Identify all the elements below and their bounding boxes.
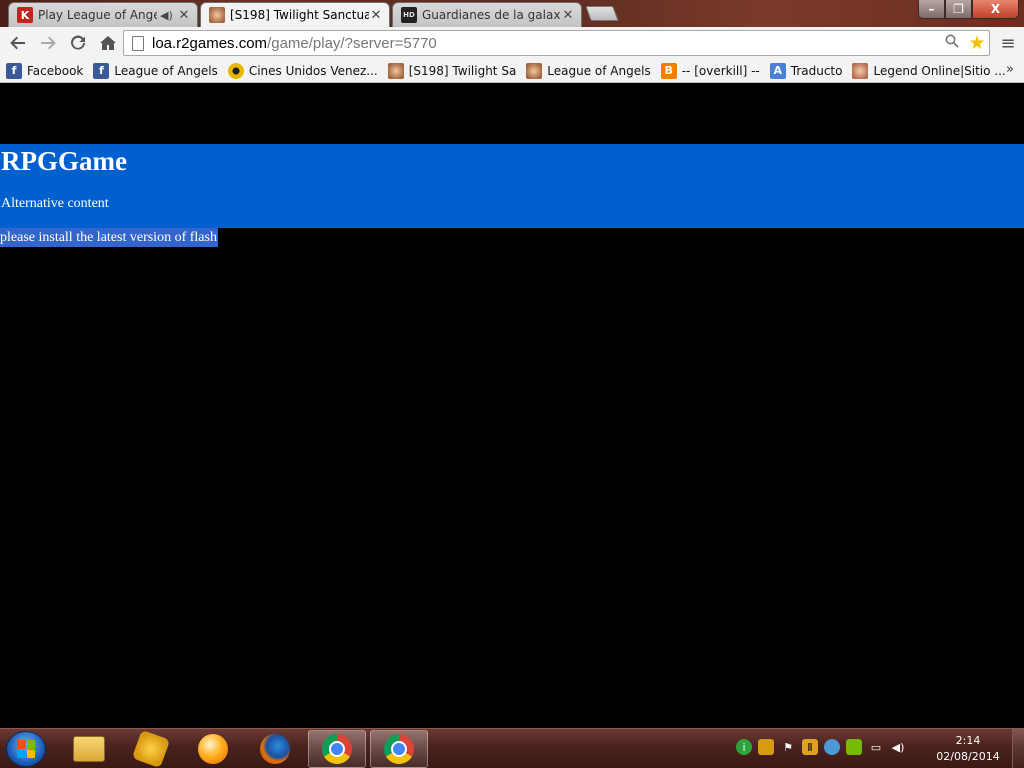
bookmark-label: Cines Unidos Venez...: [248, 63, 378, 78]
bookmarks-bar: f Facebook f League of Angels Cines Unid…: [0, 59, 1024, 83]
nvidia-icon[interactable]: [846, 739, 862, 755]
url-host: loa.r2games.com: [152, 34, 268, 52]
minimize-button[interactable]: –: [918, 0, 945, 19]
system-tray: i ⚑ Ⅱ ▭ ◀): [736, 739, 906, 755]
bookmark-twilight-sanctuary[interactable]: [S198] Twilight Sa: [387, 62, 517, 79]
network-icon[interactable]: ▭: [868, 739, 884, 755]
window-controls: – ❐ X: [918, 0, 1019, 19]
close-tab-icon[interactable]: ✕: [561, 8, 575, 23]
bookmark-label: [S198] Twilight Sa: [408, 63, 517, 78]
media-player-icon: [198, 734, 228, 764]
windows-logo-icon: [17, 740, 35, 758]
start-button[interactable]: [6, 731, 46, 767]
legend-online-icon: [852, 62, 869, 79]
bookmark-cines-unidos[interactable]: Cines Unidos Venez...: [227, 62, 378, 79]
volume-icon[interactable]: ◀): [890, 739, 906, 755]
bookmark-league-of-angels-fb[interactable]: f League of Angels: [93, 62, 218, 79]
gamepad-tray-icon[interactable]: [758, 739, 774, 755]
bookmark-label: League of Angels: [547, 63, 651, 78]
tab-play-league-of-angels[interactable]: K Play League of Angels, ◀) ✕: [8, 2, 198, 27]
bookmarks-overflow-chevron[interactable]: »: [1006, 62, 1014, 77]
tab-title: Guardianes de la galaxia 20: [422, 8, 561, 22]
taskbar-explorer[interactable]: [60, 730, 118, 768]
info-icon[interactable]: i: [736, 739, 752, 755]
close-tab-icon[interactable]: ✕: [177, 8, 191, 23]
angel-avatar-icon: [526, 62, 543, 79]
page-title: RPGGame: [1, 146, 127, 176]
chrome-icon: [384, 734, 414, 764]
bookmark-star-icon[interactable]: ★: [965, 32, 989, 54]
close-tab-icon[interactable]: ✕: [369, 8, 383, 23]
system-clock[interactable]: 2:14 02/08/2014: [932, 733, 1004, 765]
angel-avatar-icon: [387, 62, 404, 79]
bookmark-label: Traducto: [790, 63, 843, 78]
maximize-button[interactable]: ❐: [945, 0, 972, 19]
firefox-icon: [260, 734, 290, 764]
tab-title: [S198] Twilight Sanctuary-: [230, 8, 369, 22]
bookmark-label: -- [overkill] --: [681, 63, 760, 78]
taskbar-chrome-window-1[interactable]: [308, 730, 366, 768]
windows-taskbar: i ⚑ Ⅱ ▭ ◀) 2:14 02/08/2014: [0, 728, 1024, 768]
bookmark-label: League of Angels: [114, 63, 218, 78]
search-icon[interactable]: [945, 34, 965, 52]
alternative-content-text: Alternative content: [1, 196, 109, 211]
back-arrow-icon[interactable]: [4, 29, 32, 57]
page-icon: [132, 35, 144, 51]
angel-avatar-icon: [209, 7, 225, 23]
bookmark-facebook[interactable]: f Facebook: [6, 62, 84, 79]
install-flash-message: please install the latest version of fla…: [0, 228, 218, 247]
reload-icon[interactable]: [64, 29, 92, 57]
page-viewport: RPGGame Alternative content please insta…: [0, 84, 1024, 728]
translate-icon: A: [769, 62, 786, 79]
facebook-icon: f: [6, 62, 22, 79]
show-desktop-button[interactable]: [1012, 729, 1024, 768]
folder-icon: [73, 736, 105, 762]
bookmark-overkill[interactable]: B -- [overkill] --: [660, 62, 760, 79]
facebook-icon: f: [93, 62, 110, 79]
taskbar-playstation-app[interactable]: [122, 729, 180, 768]
bookmark-label: Facebook: [27, 63, 84, 78]
address-bar[interactable]: loa.r2games.com/game/play/?server=5770 ★: [123, 30, 990, 56]
update-tray-icon[interactable]: [824, 739, 840, 755]
tab-title: Play League of Angels,: [38, 8, 157, 22]
chrome-menu-icon[interactable]: ≡: [996, 30, 1020, 56]
bookmark-legend-online[interactable]: Legend Online|Sitio ...: [852, 62, 1006, 79]
new-tab-button[interactable]: [585, 6, 619, 21]
tab-guardianes-de-la-galaxia[interactable]: HD Guardianes de la galaxia 20 ✕: [392, 2, 582, 27]
action-center-flag-icon[interactable]: ⚑: [780, 739, 796, 755]
taskbar-chrome-window-2[interactable]: [370, 730, 428, 768]
clock-date: 02/08/2014: [936, 750, 1000, 763]
clock-time: 2:14: [955, 734, 981, 747]
forward-arrow-icon[interactable]: [34, 29, 62, 57]
close-window-button[interactable]: X: [972, 0, 1019, 19]
blogger-icon: B: [660, 62, 677, 79]
tab-twilight-sanctuary[interactable]: [S198] Twilight Sanctuary- ✕: [200, 2, 390, 27]
taskbar-media-player[interactable]: [184, 730, 242, 768]
home-icon[interactable]: [94, 29, 122, 57]
bookmark-league-of-angels[interactable]: League of Angels: [526, 62, 651, 79]
browser-toolbar: loa.r2games.com/game/play/?server=5770 ★…: [0, 27, 1024, 59]
bookmark-traducto[interactable]: A Traducto: [769, 62, 843, 79]
browser-titlebar: K Play League of Angels, ◀) ✕ [S198] Twi…: [0, 0, 1024, 27]
flash-fallback-banner: RPGGame Alternative content: [0, 144, 1024, 228]
url-text[interactable]: loa.r2games.com/game/play/?server=5770: [152, 35, 945, 52]
taskbar-firefox[interactable]: [246, 730, 304, 768]
speaker-icon: ◀): [160, 8, 173, 22]
k-logo-icon: K: [17, 7, 33, 23]
cines-unidos-icon: [227, 62, 244, 79]
hd-icon: HD: [401, 7, 417, 23]
app-tray-icon[interactable]: Ⅱ: [802, 739, 818, 755]
gamepad-icon: [131, 729, 171, 768]
url-path: /game/play/?server=5770: [267, 34, 437, 52]
chrome-icon: [322, 734, 352, 764]
bookmark-label: Legend Online|Sitio ...: [873, 63, 1006, 78]
